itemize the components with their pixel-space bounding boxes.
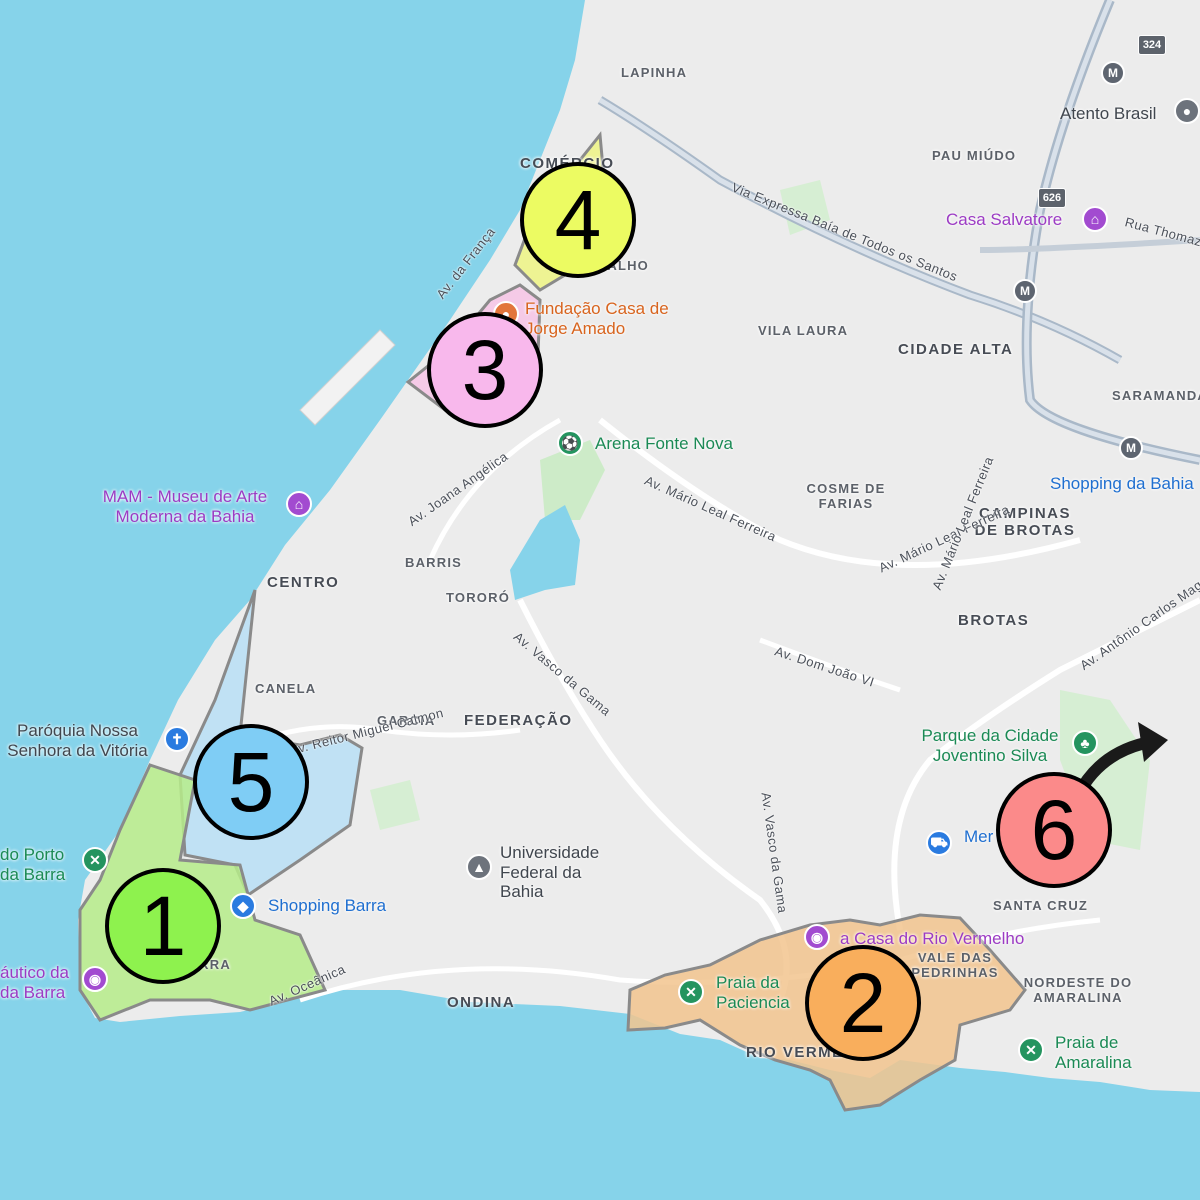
beach-pin-icon[interactable]: ✕ bbox=[678, 979, 704, 1005]
camera-pin-icon[interactable]: ◉ bbox=[804, 924, 830, 950]
label-vale-das-pedrinhas: VALE DAS PEDRINHAS bbox=[911, 950, 999, 980]
camera-pin-icon[interactable]: ◉ bbox=[82, 966, 108, 992]
zone-marker-4[interactable]: 4 bbox=[520, 162, 636, 278]
poi-atento-brasil[interactable]: Atento Brasil bbox=[1060, 104, 1156, 124]
zone-marker-5[interactable]: 5 bbox=[193, 724, 309, 840]
port-pier bbox=[299, 329, 396, 426]
poi-casa-salvatore[interactable]: Casa Salvatore bbox=[946, 210, 1062, 230]
poi-shopping-barra[interactable]: Shopping Barra bbox=[268, 896, 386, 916]
beach-pin-icon[interactable]: ✕ bbox=[82, 847, 108, 873]
office-pin-icon[interactable]: ● bbox=[1174, 98, 1200, 124]
label-saramandaia: SARAMANDAIA bbox=[1112, 388, 1200, 403]
shop-pin-icon[interactable]: ⌂ bbox=[1082, 206, 1108, 232]
label-cidade-alta: CIDADE ALTA bbox=[898, 341, 1014, 358]
label-santa-cruz: SANTA CRUZ bbox=[993, 898, 1089, 913]
poi-shopping-da-bahia[interactable]: Shopping da Bahia bbox=[1050, 474, 1194, 494]
label-federacao: FEDERAÇÃO bbox=[464, 712, 573, 729]
highway-shield-324: 324 bbox=[1138, 35, 1166, 55]
label-ondina: ONDINA bbox=[447, 994, 516, 1011]
metro-station-icon[interactable]: M bbox=[1119, 436, 1143, 460]
zone-marker-6[interactable]: 6 bbox=[996, 772, 1112, 888]
stadium-pin-icon[interactable]: ⚽ bbox=[557, 430, 583, 456]
tree-pin-icon[interactable]: ♣ bbox=[1072, 730, 1098, 756]
poi-mam[interactable]: MAM - Museu de Arte Moderna da Bahia bbox=[90, 487, 280, 526]
label-barris: BARRIS bbox=[405, 555, 463, 570]
label-lapinha: LAPINHA bbox=[621, 65, 688, 80]
zone-marker-2[interactable]: 2 bbox=[805, 945, 921, 1061]
label-cosme-de-farias: COSME DE FARIAS bbox=[806, 481, 886, 511]
poi-universidade-federal[interactable]: Universidade Federal da Bahia bbox=[500, 843, 620, 902]
poi-forte-porto-da-barra[interactable]: do Porto da Barra bbox=[0, 845, 80, 884]
poi-arena-fonte-nova[interactable]: Arena Fonte Nova bbox=[595, 434, 733, 454]
zone-marker-3[interactable]: 3 bbox=[427, 312, 543, 428]
label-vila-laura: VILA LAURA bbox=[758, 323, 849, 338]
metro-station-icon[interactable]: M bbox=[1101, 61, 1125, 85]
label-centro: CENTRO bbox=[267, 574, 340, 591]
poi-paroquia-vitoria[interactable]: Paróquia Nossa Senhora da Vitória bbox=[0, 721, 155, 760]
label-canela: CANELA bbox=[255, 681, 317, 696]
label-pau-miudo: PAU MIÚDO bbox=[932, 148, 1017, 163]
poi-parque-da-cidade[interactable]: Parque da Cidade Joventino Silva bbox=[905, 726, 1075, 765]
church-pin-icon[interactable]: ✝ bbox=[164, 726, 190, 752]
cart-pin-icon[interactable]: ⛟ bbox=[926, 830, 952, 856]
label-brotas: BROTAS bbox=[958, 612, 1030, 629]
poi-fundacao-casa-jorge-amado[interactable]: Fundação Casa de Jorge Amado bbox=[525, 299, 675, 338]
label-nordeste-do-amaralina: NORDESTE DO AMARALINA bbox=[1023, 975, 1133, 1005]
label-tororo: TORORÓ bbox=[446, 590, 511, 605]
map-canvas[interactable]: LAPINHA PAU MIÚDO COMÉRCIO BARBALHO VILA… bbox=[0, 0, 1200, 1200]
beach-pin-icon[interactable]: ✕ bbox=[1018, 1037, 1044, 1063]
university-pin-icon[interactable]: ▲ bbox=[466, 854, 492, 880]
shopping-bag-pin-icon[interactable]: ◆ bbox=[230, 893, 256, 919]
poi-praia-de-amaralina[interactable]: Praia de Amaralina bbox=[1055, 1033, 1145, 1072]
poi-praia-da-paciencia[interactable]: Praia da Paciencia bbox=[716, 973, 811, 1012]
poi-nautico-da-barra[interactable]: áutico da da Barra bbox=[0, 963, 75, 1002]
highway-shield-626: 626 bbox=[1038, 188, 1066, 208]
museum-pin-icon[interactable]: ⌂ bbox=[286, 491, 312, 517]
zone-marker-1[interactable]: 1 bbox=[105, 868, 221, 984]
metro-station-icon[interactable]: M bbox=[1013, 279, 1037, 303]
